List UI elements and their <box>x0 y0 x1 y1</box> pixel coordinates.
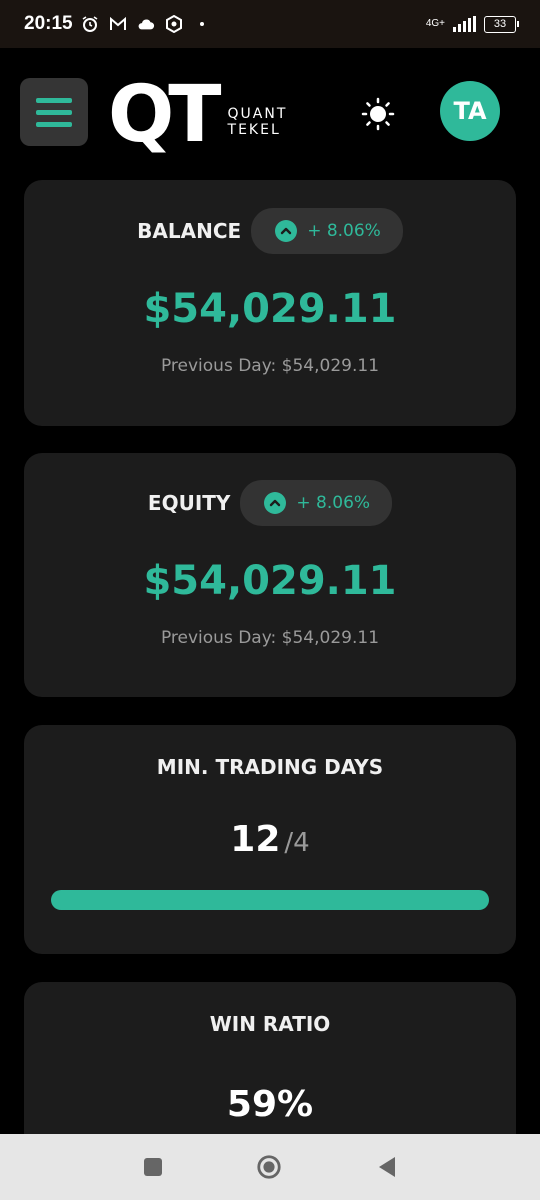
equity-change-badge: + 8.06% <box>240 480 393 526</box>
alarm-icon <box>81 15 99 33</box>
min-trading-days-value-row: 12/4 <box>24 819 516 860</box>
sun-icon <box>361 97 395 131</box>
avatar-initials: TA <box>453 97 487 125</box>
cloud-icon <box>137 15 155 33</box>
status-time: 20:15 <box>24 13 73 34</box>
equity-previous-day: Previous Day: $54,029.11 <box>160 628 380 648</box>
recent-apps-button[interactable] <box>140 1154 166 1180</box>
balance-change-badge: + 8.06% <box>251 208 403 254</box>
equity-title: EQUITY <box>147 491 231 515</box>
square-icon <box>144 1158 162 1176</box>
battery-icon: 33 <box>484 15 519 33</box>
logo-wordmark: QUANT TEKEL <box>228 106 288 138</box>
hamburger-icon-line <box>36 109 72 115</box>
min-trading-days-progress-bar <box>51 890 489 910</box>
status-bar: 20:15 4G+ 33 <box>0 0 540 48</box>
min-trading-days-target: /4 <box>284 828 310 858</box>
menu-button[interactable] <box>20 78 88 146</box>
status-notification-icons <box>81 15 211 33</box>
chevron-up-icon <box>275 220 298 242</box>
back-button[interactable] <box>374 1154 400 1180</box>
signal-strength-icon <box>453 16 476 32</box>
min-trading-days-title-row: MIN. TRADING DAYS <box>24 755 516 779</box>
equity-value: $54,029.11 <box>143 558 397 604</box>
more-notifications-dot-icon <box>193 15 211 33</box>
system-navigation-bar <box>0 1134 540 1200</box>
balance-value: $54,029.11 <box>143 286 397 332</box>
battery-level: 33 <box>493 18 507 30</box>
min-trading-days-card: MIN. TRADING DAYS 12/4 <box>24 725 516 954</box>
equity-change-value: + 8.06% <box>296 493 371 513</box>
gmail-icon <box>109 15 127 33</box>
min-trading-days-title: MIN. TRADING DAYS <box>156 755 384 779</box>
hamburger-icon-line <box>36 121 72 127</box>
avatar[interactable]: TA <box>440 81 500 141</box>
network-type: 4G+ <box>425 18 445 29</box>
back-triangle-icon <box>379 1157 395 1177</box>
min-trading-days-value: 12 <box>230 819 281 860</box>
hamburger-icon-line <box>36 97 72 103</box>
logo[interactable]: QT QUANT TEKEL <box>108 76 287 154</box>
logo-mark: QT <box>108 70 221 160</box>
status-system-icons: 4G+ 33 <box>425 15 519 33</box>
chevron-up-icon <box>264 492 287 514</box>
theme-toggle-button[interactable] <box>360 96 396 132</box>
balance-title-row: BALANCE + 8.06% <box>24 208 516 254</box>
app-notification-icon <box>165 15 183 33</box>
balance-title: BALANCE <box>137 219 242 243</box>
win-ratio-title-row: WIN RATIO <box>24 1012 516 1036</box>
win-ratio-title: WIN RATIO <box>209 1012 331 1036</box>
equity-title-row: EQUITY + 8.06% <box>24 480 516 526</box>
home-button[interactable] <box>256 1154 282 1180</box>
balance-card: BALANCE + 8.06% $54,029.11 Previous Day:… <box>24 180 516 426</box>
app-header: QT QUANT TEKEL TA <box>0 48 540 176</box>
equity-card: EQUITY + 8.06% $54,029.11 Previous Day: … <box>24 453 516 697</box>
logo-line-1: QUANT <box>227 106 288 122</box>
balance-change-value: + 8.06% <box>307 221 381 241</box>
logo-line-2: TEKEL <box>227 122 281 138</box>
win-ratio-value: 59% <box>226 1084 314 1125</box>
balance-previous-day: Previous Day: $54,029.11 <box>160 356 380 376</box>
home-circle-icon <box>257 1155 281 1179</box>
